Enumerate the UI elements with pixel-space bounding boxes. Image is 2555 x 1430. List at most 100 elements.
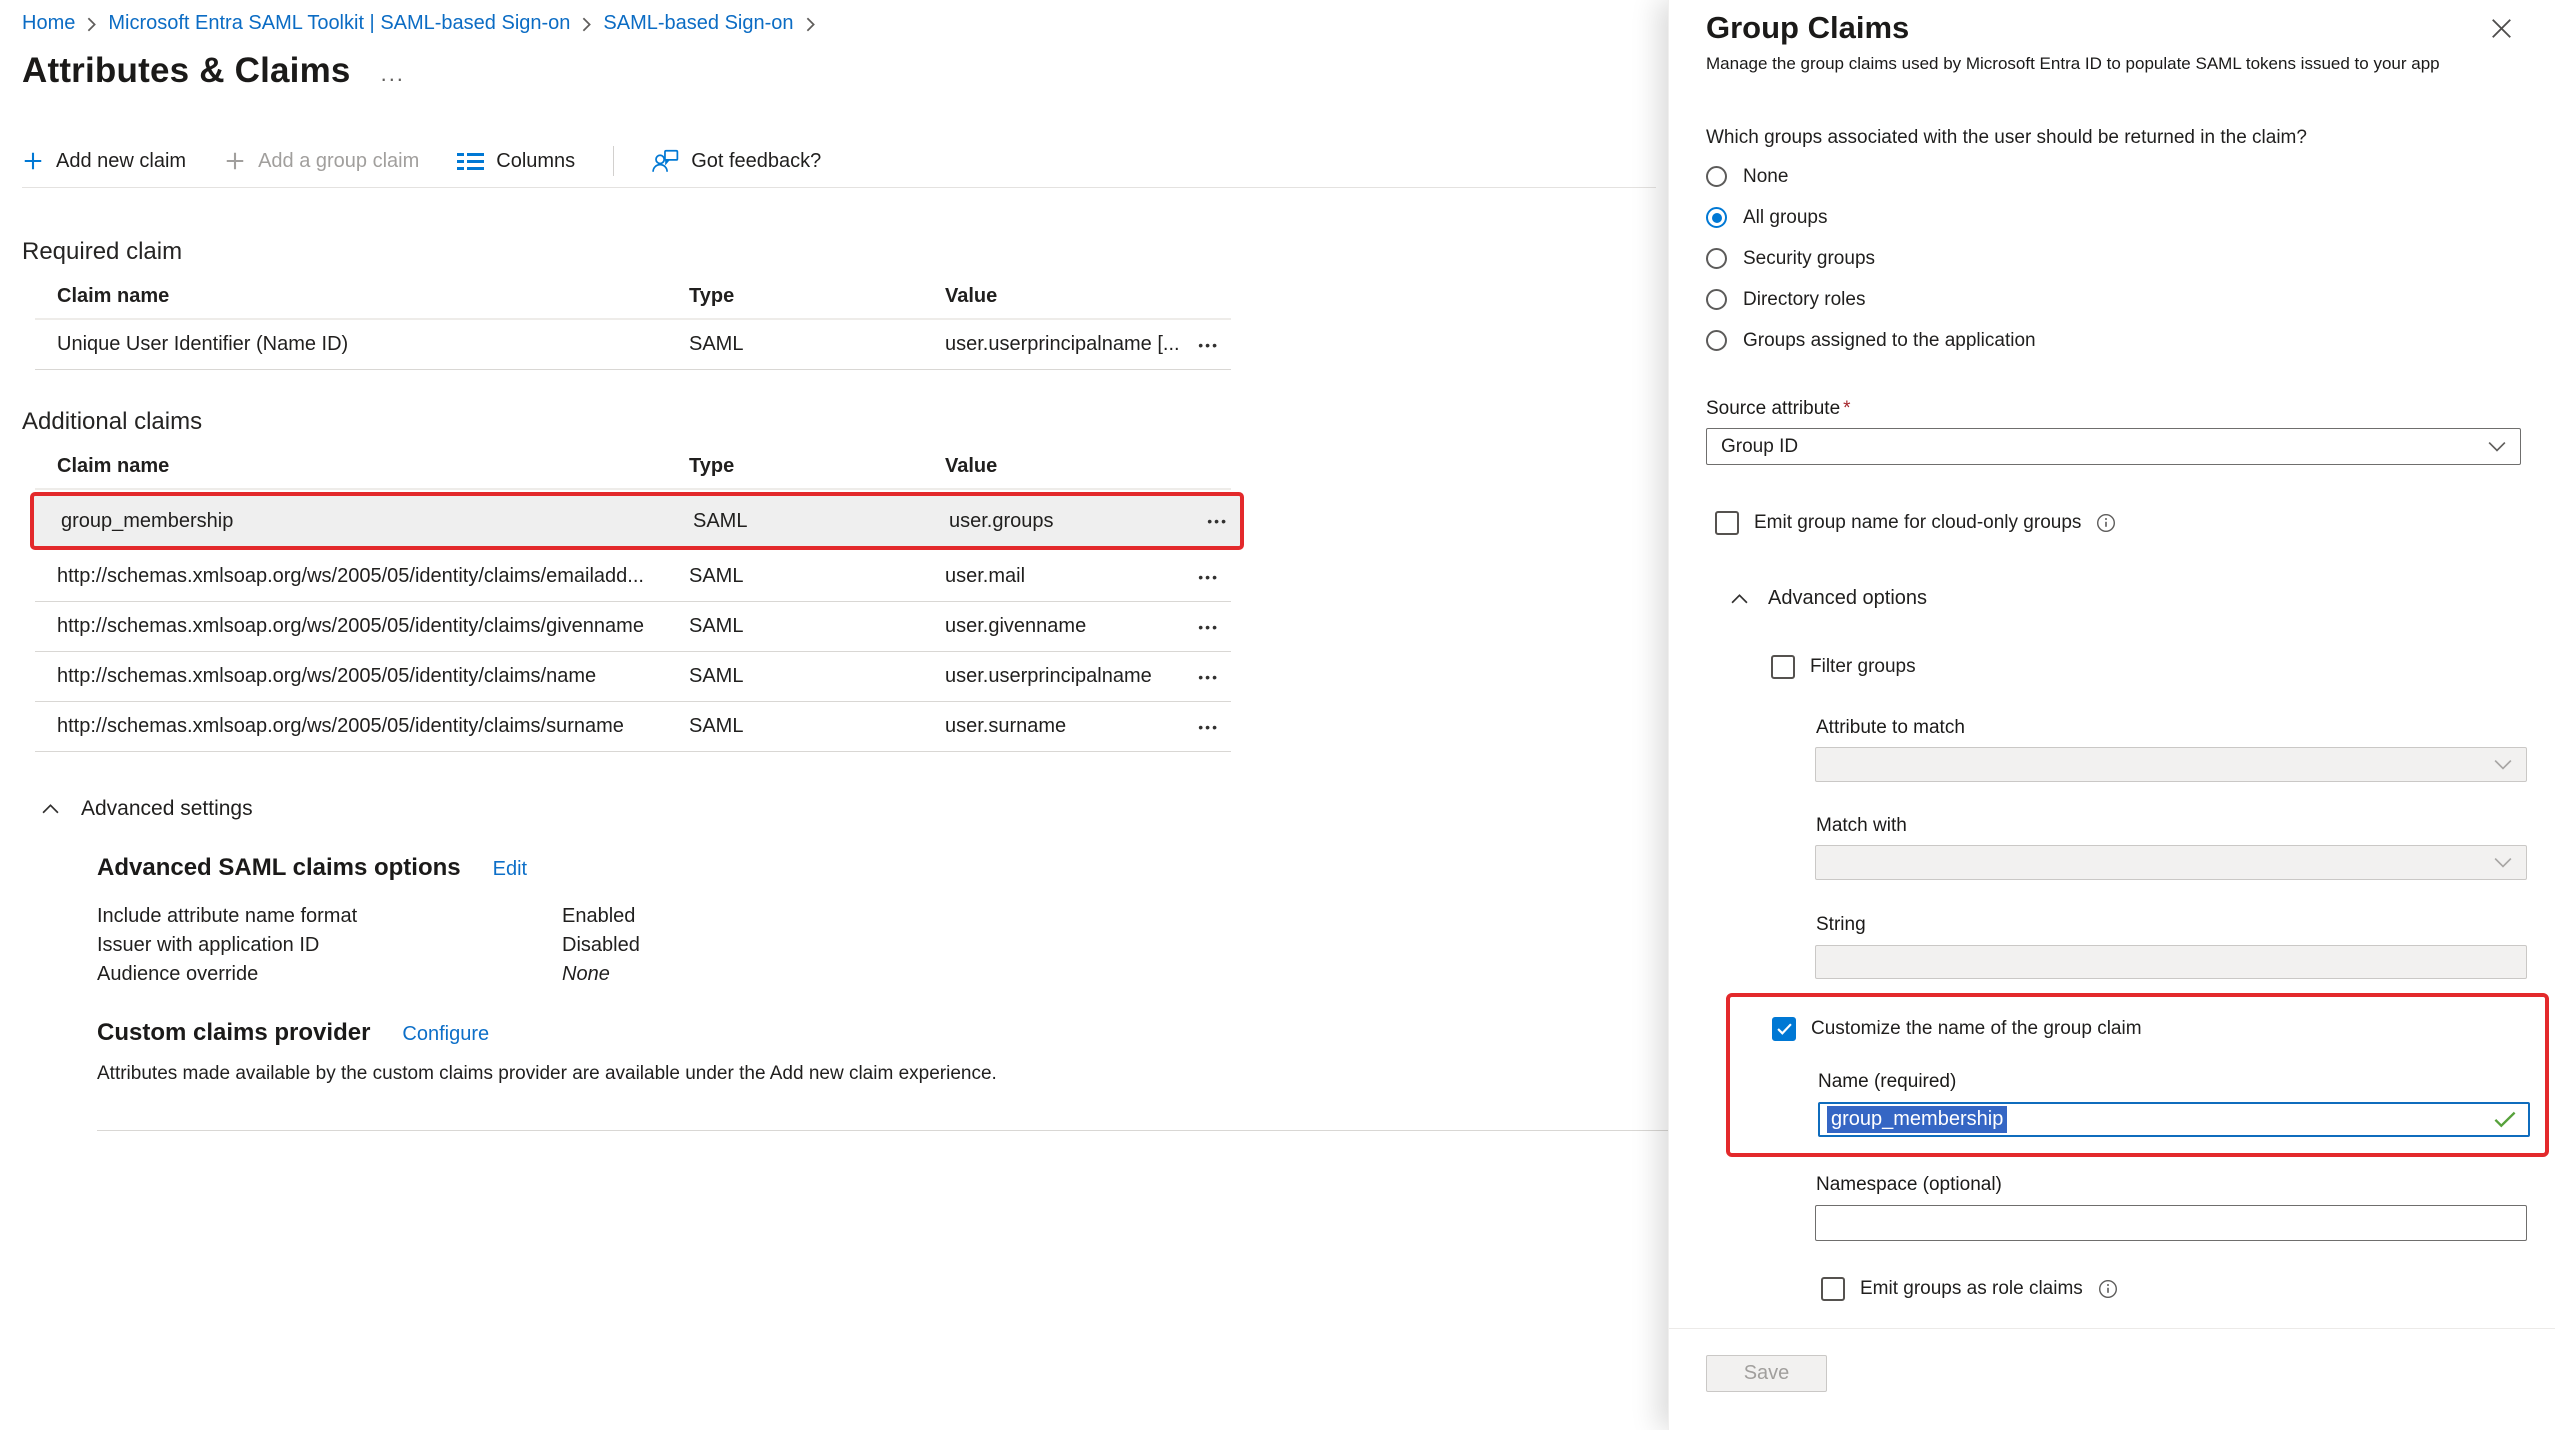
table-row[interactable]: http://schemas.xmlsoap.org/ws/2005/05/id… <box>35 702 1231 752</box>
toolbar-rule <box>22 187 1656 188</box>
chevron-down-icon <box>2488 441 2506 452</box>
page-title: Attributes & Claims <box>22 51 351 91</box>
close-icon[interactable] <box>2489 16 2514 41</box>
columns-button[interactable]: Columns <box>457 150 575 173</box>
string-label: String <box>1816 914 2520 936</box>
plus-icon <box>224 150 246 172</box>
checkbox-unchecked-icon <box>1771 655 1795 679</box>
radio-icon <box>1706 289 1727 310</box>
annotation-highlight-box: Customize the name of the group claim Na… <box>1726 993 2549 1157</box>
radio-icon <box>1706 330 1727 351</box>
customize-name-checkbox-row[interactable]: Customize the name of the group claim <box>1772 1017 2545 1041</box>
panel-title: Group Claims <box>1706 10 1909 46</box>
attribute-to-match-label: Attribute to match <box>1816 717 2520 739</box>
source-attribute-label: Source attribute* <box>1706 398 2520 420</box>
source-attribute-dropdown[interactable]: Group ID <box>1706 428 2521 465</box>
chevron-up-icon <box>1731 594 1748 604</box>
configure-link[interactable]: Configure <box>402 1023 489 1046</box>
table-row-group-membership-highlighted[interactable]: group_membership SAML user.groups ••• <box>30 492 1244 550</box>
chevron-right-icon <box>805 17 816 32</box>
option-value: Enabled <box>562 902 1668 931</box>
col-type: Type <box>689 285 945 308</box>
page-more-menu[interactable]: ... <box>381 61 405 91</box>
emit-group-name-checkbox-row[interactable]: Emit group name for cloud-only groups <box>1715 511 2520 535</box>
feedback-button[interactable]: Got feedback? <box>652 149 821 173</box>
match-with-dropdown[interactable] <box>1815 845 2527 880</box>
emit-roles-checkbox-row[interactable]: Emit groups as role claims <box>1821 1277 2520 1301</box>
advanced-options-toggle[interactable]: Advanced options <box>1731 587 2520 610</box>
row-menu-button[interactable]: ••• <box>1207 513 1240 529</box>
namespace-input[interactable] <box>1815 1205 2527 1241</box>
chevron-down-icon <box>2494 857 2512 868</box>
custom-claims-provider-heading: Custom claims provider <box>97 1019 370 1047</box>
required-claim-heading: Required claim <box>22 238 1668 266</box>
option-value: None <box>562 960 1668 989</box>
attribute-to-match-dropdown[interactable] <box>1815 747 2527 782</box>
checkbox-unchecked-icon <box>1821 1277 1845 1301</box>
table-row[interactable]: http://schemas.xmlsoap.org/ws/2005/05/id… <box>35 552 1231 602</box>
radio-security-groups[interactable]: Security groups <box>1706 238 2520 279</box>
radio-groups-assigned[interactable]: Groups assigned to the application <box>1706 320 2520 361</box>
add-group-claim-button[interactable]: Add a group claim <box>224 150 419 173</box>
table-header-row: Claim name Type Value <box>35 444 1231 490</box>
chevron-right-icon <box>86 17 97 32</box>
table-header-row: Claim name Type Value <box>35 274 1231 320</box>
required-asterisk: * <box>1843 398 1850 419</box>
toolbar-divider <box>613 146 614 176</box>
radio-none[interactable]: None <box>1706 156 2520 197</box>
columns-icon <box>457 151 484 172</box>
advanced-saml-claims-heading: Advanced SAML claims options <box>97 854 461 882</box>
edit-link[interactable]: Edit <box>493 858 527 881</box>
plus-icon <box>22 150 44 172</box>
col-claim-name: Claim name <box>57 455 689 478</box>
chevron-down-icon <box>2494 759 2512 770</box>
info-icon[interactable] <box>2096 513 2116 533</box>
group-claims-panel: Group Claims Manage the group claims use… <box>1668 0 2555 1430</box>
saml-options-list: Include attribute name format Enabled Is… <box>97 902 1668 989</box>
additional-claims-table: Claim name Type Value group_membership S… <box>35 444 1231 752</box>
section-rule <box>97 1130 1679 1131</box>
advanced-settings-toggle[interactable]: Advanced settings <box>42 797 1668 821</box>
save-button[interactable]: Save <box>1706 1355 1827 1392</box>
col-claim-name: Claim name <box>57 285 689 308</box>
breadcrumb-app[interactable]: Microsoft Entra SAML Toolkit | SAML-base… <box>108 12 570 35</box>
custom-claims-description: Attributes made available by the custom … <box>97 1063 1668 1085</box>
string-input[interactable] <box>1815 945 2527 979</box>
row-menu-button[interactable]: ••• <box>1198 719 1231 735</box>
option-label: Issuer with application ID <box>97 931 562 960</box>
additional-claims-heading: Additional claims <box>22 408 1668 436</box>
table-row[interactable]: http://schemas.xmlsoap.org/ws/2005/05/id… <box>35 652 1231 702</box>
breadcrumb-home[interactable]: Home <box>22 12 75 35</box>
match-with-label: Match with <box>1816 815 2520 837</box>
row-menu-button[interactable]: ••• <box>1198 619 1231 635</box>
row-menu-button[interactable]: ••• <box>1198 669 1231 685</box>
table-row[interactable]: http://schemas.xmlsoap.org/ws/2005/05/id… <box>35 602 1231 652</box>
required-claim-table: Claim name Type Value Unique User Identi… <box>35 274 1231 370</box>
radio-icon <box>1706 248 1727 269</box>
name-required-label: Name (required) <box>1818 1071 2545 1093</box>
add-new-claim-button[interactable]: Add new claim <box>22 150 186 173</box>
option-value: Disabled <box>562 931 1668 960</box>
radio-directory-roles[interactable]: Directory roles <box>1706 279 2520 320</box>
selected-text: group_membership <box>1827 1106 2007 1133</box>
chevron-right-icon <box>581 17 592 32</box>
row-menu-button[interactable]: ••• <box>1198 337 1231 353</box>
option-label: Include attribute name format <box>97 902 562 931</box>
namespace-label: Namespace (optional) <box>1816 1174 2520 1196</box>
feedback-icon <box>652 149 679 173</box>
chevron-up-icon <box>42 804 59 814</box>
footer-rule <box>1669 1328 2555 1329</box>
filter-groups-checkbox-row[interactable]: Filter groups <box>1771 655 2520 679</box>
breadcrumb-saml-signon[interactable]: SAML-based Sign-on <box>603 12 793 35</box>
col-type: Type <box>689 455 945 478</box>
row-menu-button[interactable]: ••• <box>1198 569 1231 585</box>
attributes-claims-page: Home Microsoft Entra SAML Toolkit | SAML… <box>0 0 1668 1430</box>
checkbox-checked-icon <box>1772 1017 1796 1041</box>
table-row[interactable]: Unique User Identifier (Name ID) SAML us… <box>35 320 1231 370</box>
command-bar: Add new claim Add a group claim Columns … <box>22 141 1668 181</box>
groups-radio-group: None All groups Security groups Director… <box>1706 156 2520 361</box>
name-input[interactable]: group_membership <box>1818 1102 2530 1137</box>
radio-all-groups[interactable]: All groups <box>1706 197 2520 238</box>
panel-subtitle: Manage the group claims used by Microsof… <box>1706 54 2520 74</box>
info-icon[interactable] <box>2098 1279 2118 1299</box>
